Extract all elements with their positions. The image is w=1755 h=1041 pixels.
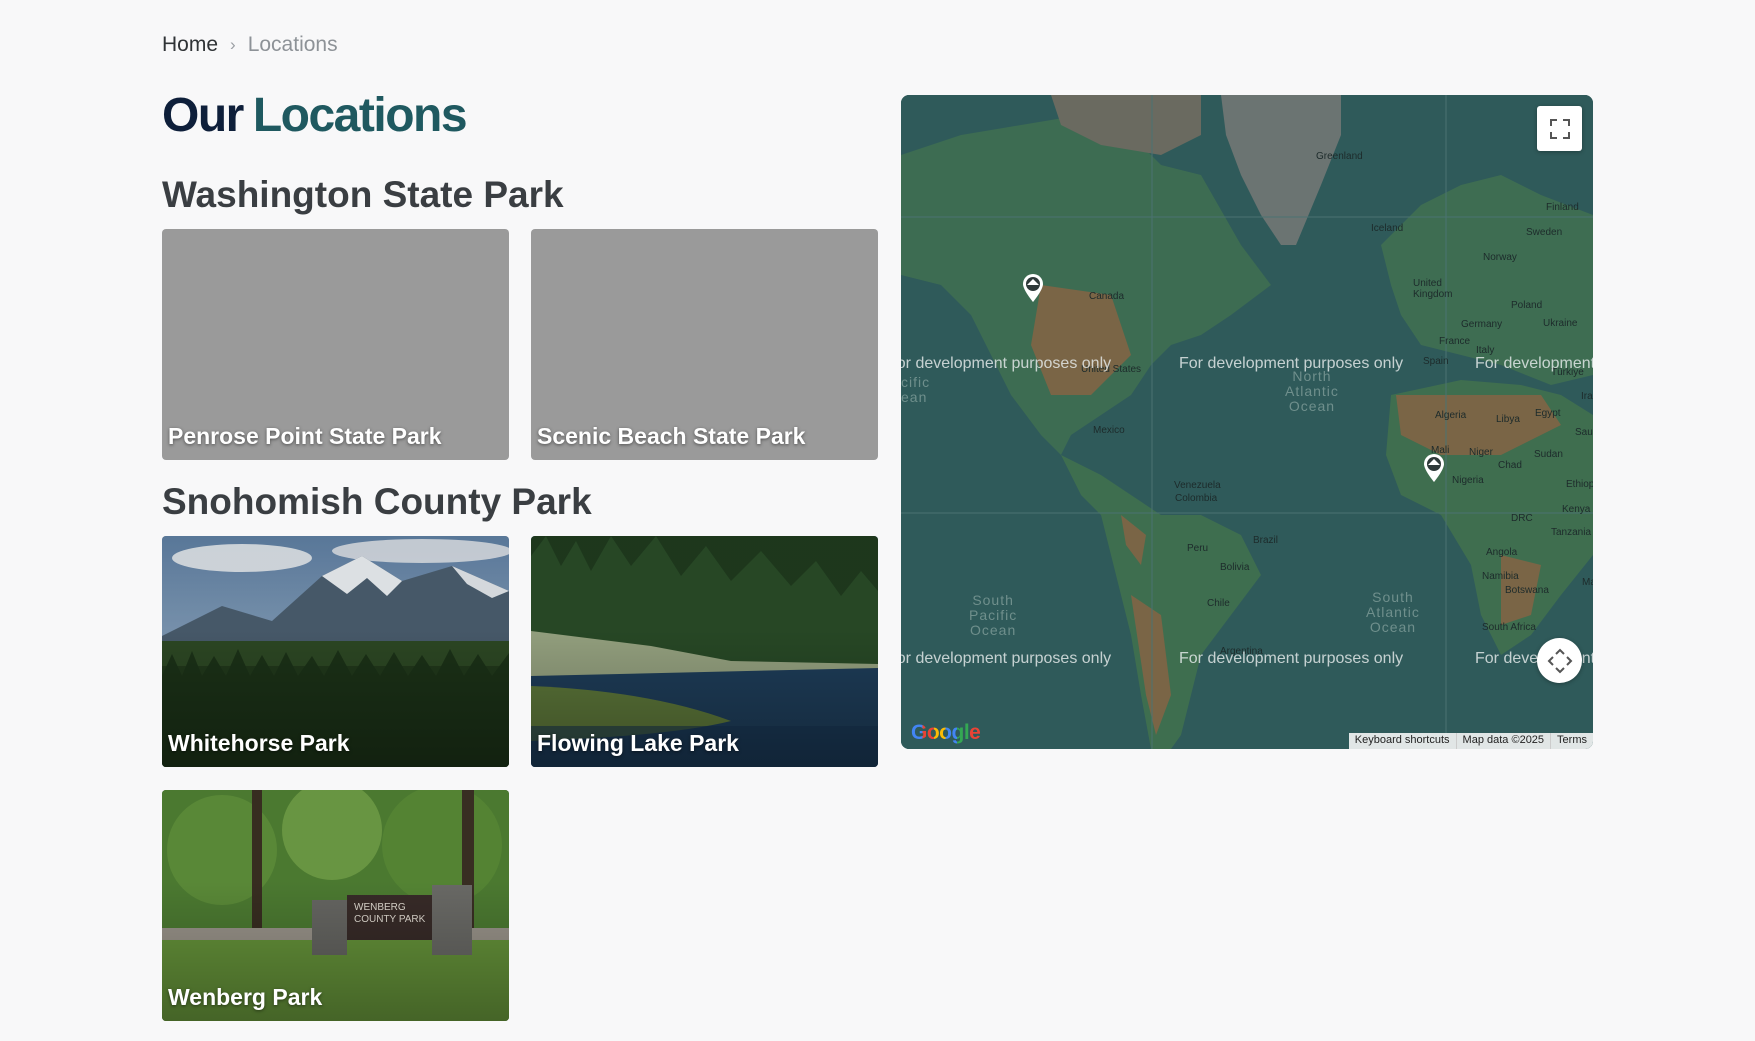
park-card-wenberg[interactable]: WENBERG COUNTY PARK Wenberg Park: [162, 790, 509, 1021]
locations-map[interactable]: Greenland Iceland Finland Sweden Norway …: [901, 95, 1593, 749]
breadcrumb-home-link[interactable]: Home: [162, 33, 218, 57]
page-title: Our Locations: [162, 88, 468, 143]
map-label-brazil: Brazil: [1253, 535, 1279, 546]
map-label-sweden: Sweden: [1526, 227, 1563, 238]
map-label-canada: Canada: [1089, 291, 1125, 302]
map-ocean-south-pacific: South Pacific Ocean: [969, 592, 1018, 638]
map-label-libya: Libya: [1496, 414, 1520, 425]
page-title-part2: Locations: [252, 89, 468, 142]
group-title-washington: Washington State Park: [162, 174, 564, 215]
map-label-mexico: Mexico: [1093, 425, 1125, 436]
map-marker-pin-icon[interactable]: [1422, 453, 1446, 483]
park-card-whitehorse[interactable]: Whitehorse Park: [162, 536, 509, 767]
breadcrumb: Home › Locations: [162, 33, 338, 57]
park-card-penrose[interactable]: Penrose Point State Park: [162, 229, 509, 460]
map-label-nigeria: Nigeria: [1452, 475, 1484, 486]
map-label-finland: Finland: [1546, 202, 1579, 213]
breadcrumb-current: Locations: [247, 33, 338, 56]
map-label-france: France: [1439, 336, 1471, 347]
map-ocean-north-pacific: cific ean: [901, 374, 931, 405]
map-ocean-south-atlantic: South Atlantic Ocean: [1366, 589, 1420, 635]
map-label-madagascar: Ma: [1582, 577, 1593, 588]
map-label-iceland: Iceland: [1371, 223, 1404, 234]
map-label-chad: Chad: [1498, 460, 1522, 471]
map-label-poland: Poland: [1511, 300, 1543, 311]
map-label-drc: DRC: [1511, 513, 1533, 524]
map-dev-watermark: For development purposes only: [1475, 355, 1593, 372]
map-dev-watermark: For development purposes only: [901, 650, 1112, 667]
park-card-label: Whitehorse Park: [168, 730, 350, 756]
map-label-bolivia: Bolivia: [1220, 562, 1250, 573]
park-card-scenic-beach[interactable]: Scenic Beach State Park: [531, 229, 878, 460]
breadcrumb-separator: ›: [230, 35, 236, 54]
map-label-iraq: Ira: [1581, 391, 1593, 402]
keyboard-shortcuts-link[interactable]: Keyboard shortcuts: [1349, 733, 1456, 749]
map-label-venezuela: Venezuela: [1174, 480, 1221, 491]
map-label-colombia: Colombia: [1175, 493, 1218, 504]
map-data-text: Map data ©2025: [1455, 733, 1551, 749]
pan-control-icon[interactable]: [1537, 638, 1582, 683]
map-label-botswana: Botswana: [1505, 585, 1549, 596]
map-label-germany: Germany: [1461, 319, 1503, 330]
park-card-flowing-lake[interactable]: Flowing Lake Park: [531, 536, 878, 767]
google-logo: Google: [911, 721, 981, 744]
map-label-norway: Norway: [1483, 252, 1517, 263]
park-card-label: Flowing Lake Park: [537, 730, 739, 756]
park-card-label: Scenic Beach State Park: [537, 423, 806, 449]
map-label-uk: United Kingdom: [1413, 278, 1453, 300]
map-ocean-north-atlantic: North Atlantic Ocean: [1285, 368, 1339, 414]
map-label-tanzania: Tanzania: [1551, 527, 1592, 538]
map-label-chile: Chile: [1207, 598, 1230, 609]
map-marker-pin-icon[interactable]: [1021, 273, 1045, 303]
map-attribution: Keyboard shortcuts Map data ©2025 Terms: [1348, 733, 1593, 749]
map-label-egypt: Egypt: [1535, 408, 1561, 419]
map-label-niger: Niger: [1469, 447, 1493, 458]
map-label-sudan: Sudan: [1534, 449, 1563, 460]
map-label-ukraine: Ukraine: [1543, 318, 1578, 329]
map-label-algeria: Algeria: [1435, 410, 1467, 421]
park-card-label: Wenberg Park: [168, 984, 323, 1010]
group-title-snohomish: Snohomish County Park: [162, 481, 592, 522]
map-label-peru: Peru: [1187, 543, 1209, 554]
map-label-kenya: Kenya: [1562, 504, 1591, 515]
map-label-angola: Angola: [1486, 547, 1518, 558]
map-dev-watermark: For development purposes only: [1179, 650, 1404, 667]
map-label-saudi: Saudi: [1575, 427, 1593, 438]
fullscreen-icon[interactable]: [1537, 106, 1582, 151]
map-label-spain: Spain: [1423, 356, 1449, 367]
park-card-label: Penrose Point State Park: [168, 423, 442, 449]
map-label-namibia: Namibia: [1482, 571, 1519, 582]
map-label-southafrica: South Africa: [1482, 622, 1536, 633]
terms-link[interactable]: Terms: [1550, 733, 1593, 749]
map-label-ethiopia: Ethiopi: [1566, 479, 1593, 490]
map-dev-watermark: For development purposes only: [1179, 355, 1404, 372]
map-label-greenland: Greenland: [1316, 151, 1363, 162]
page-title-part1: Our: [162, 89, 244, 142]
map-dev-watermark: For development purposes only: [901, 355, 1112, 372]
